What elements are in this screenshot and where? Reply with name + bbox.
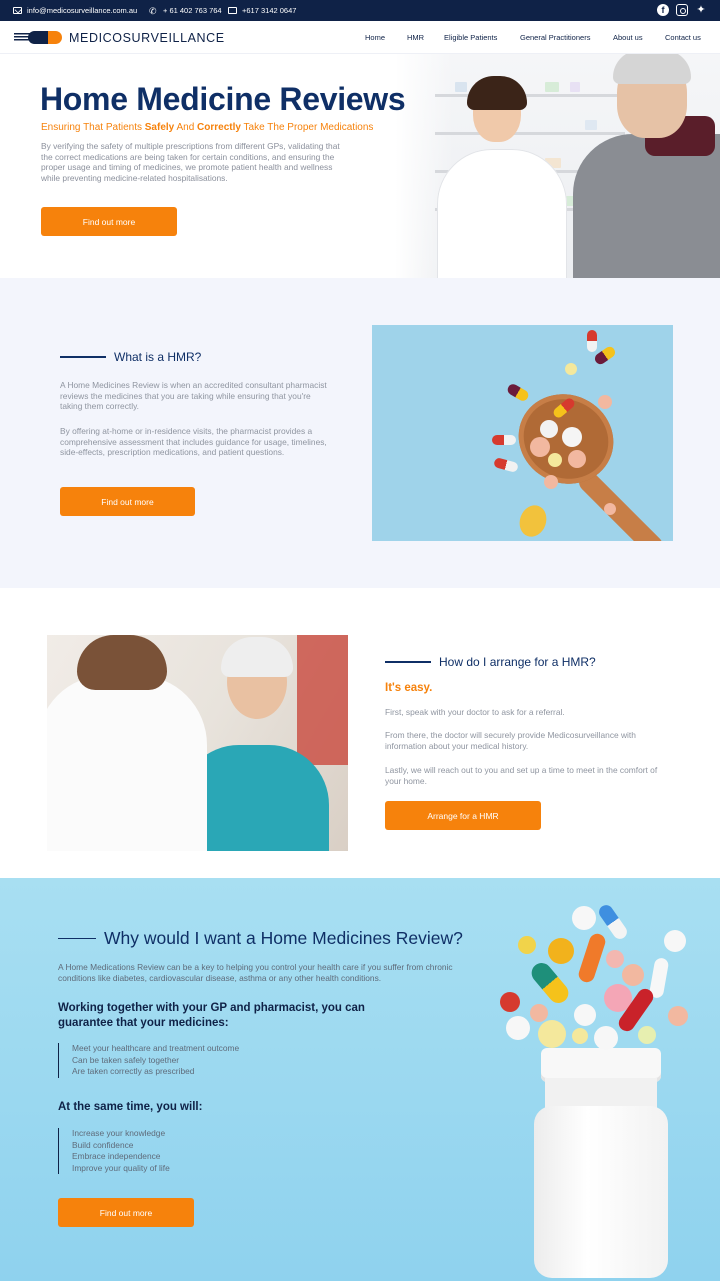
logo-text: MEDICOSURVEILLANCE (69, 30, 225, 45)
instagram-icon[interactable] (676, 4, 688, 16)
working-together-heading: Working together with your GP and pharma… (58, 1002, 365, 1029)
site-header: MEDICOSURVEILLANCE Home HMR Eligible Pat… (0, 21, 720, 54)
email-text[interactable]: info@medicosurveillance.com.au (27, 6, 137, 15)
list-item: Are taken correctly as prescribed (72, 1066, 195, 1076)
nav-item-eligible-patients[interactable]: Eligible Patients (444, 21, 497, 54)
pills-spoon-image (372, 325, 673, 541)
what-is-hmr-section: What is a HMR? A Home Medicines Review i… (0, 278, 720, 588)
list-item: Improve your quality of life (72, 1162, 170, 1173)
what-is-hmr-paragraph-2: By offering at-home or in-residence visi… (60, 426, 327, 458)
why-hmr-heading: Why would I want a Home Medicines Review… (58, 928, 463, 949)
nav-item-about-us[interactable]: About us (613, 21, 643, 54)
email-contact[interactable]: info@medicosurveillance.com.au (13, 0, 137, 21)
why-hmr-section: Why would I want a Home Medicines Review… (0, 878, 720, 1281)
nav-item-hmr[interactable]: HMR (407, 21, 424, 54)
fax-icon (228, 7, 237, 14)
what-is-hmr-paragraph-1: A Home Medicines Review is when an accre… (60, 380, 327, 412)
phone-text[interactable]: + 61 402 763 764 (163, 6, 222, 15)
nav-item-contact-us[interactable]: Contact us (665, 21, 701, 54)
envelope-icon (13, 7, 22, 14)
hero-section: Home Medicine Reviews Ensuring That Pati… (0, 54, 720, 278)
hero-subtitle: Ensuring That Patients Safely And Correc… (41, 122, 374, 133)
logo-mark (14, 30, 62, 45)
list-item: Embrace independence (72, 1151, 161, 1161)
list-item: Meet your healthcare and treatment outco… (72, 1043, 240, 1053)
arrange-step-1: First, speak with your doctor to ask for… (385, 707, 565, 717)
fax-contact: +617 3142 0647 (228, 0, 296, 21)
phone-icon: ✆ (149, 5, 157, 16)
facebook-icon[interactable]: f (657, 4, 669, 16)
arrange-step-2: From there, the doctor will securely pro… (385, 730, 636, 751)
list-item: Increase your knowledge (72, 1128, 166, 1138)
you-will-list: Increase your knowledge Build confidence… (58, 1128, 170, 1174)
medicines-benefit-list: Meet your healthcare and treatment outco… (58, 1043, 239, 1078)
at-the-same-time-heading: At the same time, you will: (58, 1101, 203, 1113)
hero-find-out-more-button[interactable]: Find out more (41, 207, 177, 236)
arrange-hmr-button[interactable]: Arrange for a HMR (385, 801, 541, 830)
fax-text: +617 3142 0647 (242, 6, 297, 15)
arrange-hmr-section: How do I arrange for a HMR? It's easy. F… (0, 588, 720, 878)
pharmacist-with-patient-image (47, 635, 348, 851)
list-item: Build confidence (72, 1139, 134, 1150)
arrange-step-3: Lastly, we will reach out to you and set… (385, 765, 658, 786)
heading-divider (60, 356, 106, 358)
phone-contact[interactable]: ✆ + 61 402 763 764 (149, 0, 222, 21)
its-easy-text: It's easy. (385, 682, 433, 694)
heading-divider (385, 661, 431, 663)
why-hmr-description: A Home Medications Review can be a key t… (58, 962, 453, 983)
arrange-hmr-heading: How do I arrange for a HMR? (385, 655, 596, 669)
what-is-hmr-heading: What is a HMR? (60, 350, 201, 364)
list-item: Can be taken safely together (72, 1054, 180, 1065)
logo[interactable]: MEDICOSURVEILLANCE (14, 29, 225, 46)
top-contact-bar: info@medicosurveillance.com.au ✆ + 61 40… (0, 0, 720, 21)
what-is-hmr-find-out-more-button[interactable]: Find out more (60, 487, 195, 516)
page-title: Home Medicine Reviews (40, 81, 406, 117)
nav-item-home[interactable]: Home (365, 21, 385, 54)
pharmacy-photo (395, 54, 720, 278)
twitter-icon[interactable]: ✦ (695, 4, 707, 16)
nav-item-general-practitioners[interactable]: General Practitioners (520, 21, 590, 54)
why-find-out-more-button[interactable]: Find out more (58, 1198, 194, 1227)
hero-description: By verifying the safety of multiple pres… (41, 141, 340, 183)
heading-divider (58, 937, 96, 940)
